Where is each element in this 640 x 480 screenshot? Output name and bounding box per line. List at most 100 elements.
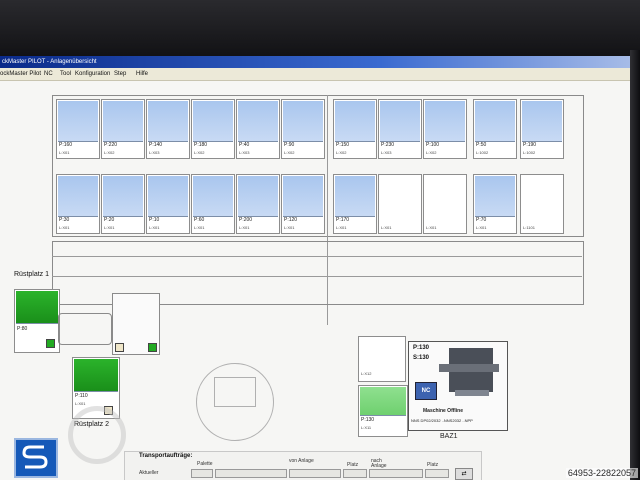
rack-top-slot[interactable]: P:90 L:X02	[281, 99, 325, 159]
location-code: L:X01	[381, 225, 392, 230]
rack-bottom-slot[interactable]: L:1101	[520, 174, 564, 234]
machine-pallet-label: P:130	[413, 345, 430, 351]
rack-top-slot[interactable]: P:50 L:1002	[473, 99, 517, 159]
aktueller-platz2	[425, 469, 449, 478]
pallet-number: P:50	[476, 142, 487, 148]
row-aktueller: Aktueller	[139, 470, 159, 476]
ruestplatz2-pallet-label: P:110	[75, 393, 88, 399]
rack-bottom-slot[interactable]: P:20 L:X01	[101, 174, 145, 234]
location-code: L:X01	[59, 150, 70, 155]
rack-bottom-slot[interactable]: L:X01	[423, 174, 467, 234]
machine-status-panel[interactable]: P:130 S:130 NC Maschine Offline NNS DP02…	[408, 341, 508, 431]
location-code: L:X02	[426, 150, 437, 155]
machine-slot-b-location-label: L:X11	[361, 425, 372, 430]
pallet-number: P:190	[523, 142, 537, 148]
col-palette: Palette	[197, 461, 213, 467]
rack-bottom-slot[interactable]: P:170 L:X01	[333, 174, 377, 234]
pallet	[193, 176, 233, 217]
location-code: L:X01	[336, 225, 347, 230]
machine-spindle-outline	[214, 377, 256, 407]
rack-top-slot[interactable]: P:160 L:X01	[56, 99, 100, 159]
ruestplatz1-pallet-label: P:80	[17, 326, 28, 332]
menu-bar: ockMaster Pilot NC Tool Konfiguration St…	[0, 68, 632, 81]
location-code: L:1101	[523, 225, 535, 230]
aktueller-von	[289, 469, 341, 478]
rack-bottom-slot[interactable]: P:200 L:X01	[236, 174, 280, 234]
location-code: L:X01	[149, 225, 160, 230]
pallet	[103, 101, 143, 142]
location-code: L:X01	[426, 225, 437, 230]
listing-id-watermark: 64953-22822057	[565, 468, 638, 478]
pallet-number: P:20	[104, 217, 115, 223]
rack-top-slot[interactable]: P:100 L:X02	[423, 99, 467, 159]
machine-slot-a[interactable]: L:X12	[358, 336, 406, 382]
crane-indicator-2	[148, 343, 157, 352]
rack-top-slot[interactable]: P:180 L:X02	[191, 99, 235, 159]
rack-top-slot[interactable]: P:190 L:1002	[520, 99, 564, 159]
aktueller-nach	[369, 469, 423, 478]
pallet-number: P:100	[426, 142, 440, 148]
location-code: L:X01	[59, 225, 70, 230]
pallet-number: P:60	[194, 217, 205, 223]
screen: ckMaster PILOT - Anlagenübersicht ockMas…	[0, 56, 632, 480]
rack-bottom-slot[interactable]: P:30 L:X01	[56, 174, 100, 234]
logo-icon	[22, 445, 48, 469]
pallet-number: P:200	[239, 217, 253, 223]
col-nach-anlage: nach Anlage	[371, 458, 387, 469]
location-code: L:1002	[476, 150, 489, 155]
pallet-number: P:40	[239, 142, 250, 148]
menu-nc[interactable]: NC	[44, 68, 53, 80]
menu-tool[interactable]: Tool	[60, 68, 71, 80]
rack-bottom-slot[interactable]: P:120 L:X01	[281, 174, 325, 234]
machine-slot-b-pallet-label: P:130	[361, 417, 375, 423]
machine-slot-b[interactable]: P:130 L:X11	[358, 385, 408, 437]
location-code: L:X03	[381, 150, 392, 155]
transfer-carriage	[58, 313, 112, 345]
rack-top-slot[interactable]: P:40 L:X03	[236, 99, 280, 159]
ruestplatz2-location-label: L:X01	[75, 401, 86, 406]
rack-top-slot[interactable]: P:220 L:X02	[101, 99, 145, 159]
nc-icon[interactable]: NC	[415, 382, 437, 400]
pallet	[425, 101, 465, 142]
pallet-number: P:30	[59, 217, 70, 223]
rack-bottom-slot[interactable]: L:X01	[378, 174, 422, 234]
location-code: L:X02	[194, 150, 205, 155]
machine-slot-a-label: L:X12	[361, 371, 372, 376]
pallet-number: P:220	[104, 142, 118, 148]
pallet	[283, 176, 323, 217]
rack-bottom-slot[interactable]: P:70 L:X01	[473, 174, 517, 234]
pallet	[380, 101, 420, 142]
pallet	[475, 176, 515, 217]
pallet	[193, 101, 233, 142]
rack-top-slot[interactable]: P:230 L:X03	[378, 99, 422, 159]
rack-bottom-slot[interactable]: P:60 L:X01	[191, 174, 235, 234]
transport-action-button[interactable]: ⇄	[455, 468, 473, 480]
menu-step[interactable]: Step	[114, 68, 126, 80]
location-code: L:X01	[284, 225, 295, 230]
location-code: L:X02	[336, 150, 347, 155]
location-code: L:X01	[476, 225, 487, 230]
pallet	[475, 101, 515, 142]
rack-top-slot[interactable]: P:140 L:X03	[146, 99, 190, 159]
location-code: L:X03	[239, 150, 250, 155]
rack-bottom-slot[interactable]: P:10 L:X01	[146, 174, 190, 234]
pallet	[58, 176, 98, 217]
watermark-gear-icon	[68, 406, 126, 464]
menu-konfiguration[interactable]: Konfiguration	[75, 68, 110, 80]
window-title: ckMaster PILOT - Anlagenübersicht	[0, 56, 632, 68]
aktueller-palette-b	[215, 469, 287, 478]
transport-title: Transportaufträge:	[139, 453, 193, 459]
ruestplatz1-label: Rüstplatz 1	[14, 271, 50, 278]
machine-s-label: S:130	[413, 355, 430, 361]
monitor-bezel-right	[630, 50, 640, 480]
location-code: L:X01	[104, 225, 115, 230]
pallet-number: P:170	[336, 217, 350, 223]
rack-top-slot[interactable]: P:150 L:X02	[333, 99, 377, 159]
menu-app[interactable]: ockMaster Pilot	[0, 68, 41, 80]
ruestplatz2-pallet	[74, 359, 118, 392]
crane-indicator-1	[115, 343, 124, 352]
pallet	[335, 101, 375, 142]
menu-hilfe[interactable]: Hilfe	[136, 68, 148, 80]
pallet	[238, 101, 278, 142]
pallet-number: P:90	[284, 142, 295, 148]
